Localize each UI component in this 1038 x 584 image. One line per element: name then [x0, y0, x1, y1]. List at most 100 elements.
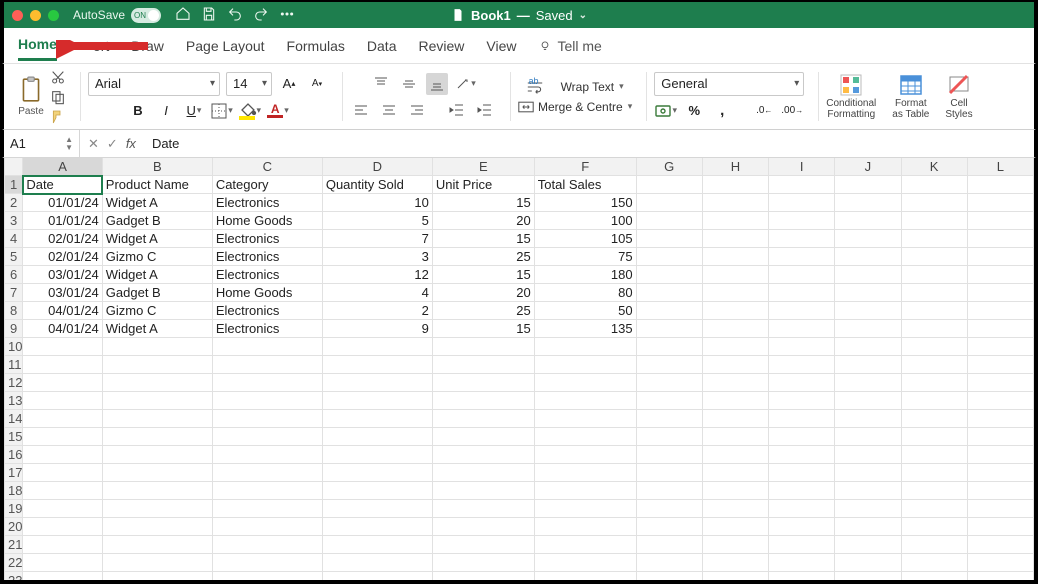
select-all-corner[interactable]: [5, 158, 23, 176]
cell-D15[interactable]: [322, 428, 432, 446]
paste-button[interactable]: Paste: [18, 76, 44, 117]
cell-C10[interactable]: [212, 338, 322, 356]
redo-icon[interactable]: [253, 6, 269, 25]
cell-J1[interactable]: [835, 176, 901, 194]
cell-B5[interactable]: Gizmo C: [102, 248, 212, 266]
cell-K17[interactable]: [901, 464, 967, 482]
cell-F2[interactable]: 150: [534, 194, 636, 212]
cell-E2[interactable]: 15: [432, 194, 534, 212]
cell-K23[interactable]: [901, 572, 967, 583]
cell-A14[interactable]: [23, 410, 102, 428]
cell-K2[interactable]: [901, 194, 967, 212]
row-header-20[interactable]: 20: [5, 518, 23, 536]
cell-E20[interactable]: [432, 518, 534, 536]
bold-button[interactable]: B: [127, 100, 149, 122]
cell-A20[interactable]: [23, 518, 102, 536]
cell-K20[interactable]: [901, 518, 967, 536]
document-title[interactable]: Book1 — Saved ⌄: [451, 8, 587, 23]
cell-D18[interactable]: [322, 482, 432, 500]
align-right-button[interactable]: [406, 99, 428, 121]
cell-B12[interactable]: [102, 374, 212, 392]
cell-L23[interactable]: [967, 572, 1033, 583]
row-header-15[interactable]: 15: [5, 428, 23, 446]
cell-C18[interactable]: [212, 482, 322, 500]
conditional-formatting-button[interactable]: ConditionalFormatting: [826, 73, 876, 120]
cell-F4[interactable]: 105: [534, 230, 636, 248]
cell-E1[interactable]: Unit Price: [432, 176, 534, 194]
cell-I15[interactable]: [769, 428, 835, 446]
cell-D14[interactable]: [322, 410, 432, 428]
cell-F6[interactable]: 180: [534, 266, 636, 284]
fill-color-button[interactable]: ▾: [239, 100, 261, 122]
cell-C4[interactable]: Electronics: [212, 230, 322, 248]
cell-K6[interactable]: [901, 266, 967, 284]
col-header-E[interactable]: E: [432, 158, 534, 176]
cell-I16[interactable]: [769, 446, 835, 464]
cell-L17[interactable]: [967, 464, 1033, 482]
tab-review[interactable]: Review: [418, 32, 464, 60]
cell-B1[interactable]: Product Name: [102, 176, 212, 194]
cell-F12[interactable]: [534, 374, 636, 392]
cell-K7[interactable]: [901, 284, 967, 302]
cell-J3[interactable]: [835, 212, 901, 230]
cell-A13[interactable]: [23, 392, 102, 410]
cell-D2[interactable]: 10: [322, 194, 432, 212]
cell-B2[interactable]: Widget A: [102, 194, 212, 212]
cell-L22[interactable]: [967, 554, 1033, 572]
cell-A18[interactable]: [23, 482, 102, 500]
col-header-F[interactable]: F: [534, 158, 636, 176]
col-header-G[interactable]: G: [636, 158, 702, 176]
cell-K5[interactable]: [901, 248, 967, 266]
cell-D20[interactable]: [322, 518, 432, 536]
spreadsheet-grid[interactable]: ABCDEFGHIJKL1DateProduct NameCategoryQua…: [2, 158, 1036, 582]
increase-indent-button[interactable]: [474, 99, 496, 121]
close-window-icon[interactable]: [12, 10, 23, 21]
align-left-button[interactable]: [350, 99, 372, 121]
cell-L2[interactable]: [967, 194, 1033, 212]
cell-F17[interactable]: [534, 464, 636, 482]
percent-button[interactable]: %: [683, 100, 705, 122]
insert-function-button[interactable]: fx: [126, 136, 136, 152]
cell-K11[interactable]: [901, 356, 967, 374]
cell-J18[interactable]: [835, 482, 901, 500]
cell-I18[interactable]: [769, 482, 835, 500]
cell-H22[interactable]: [702, 554, 768, 572]
cell-B13[interactable]: [102, 392, 212, 410]
cell-A9[interactable]: 04/01/24: [23, 320, 102, 338]
cell-F16[interactable]: [534, 446, 636, 464]
cell-J13[interactable]: [835, 392, 901, 410]
cell-C13[interactable]: [212, 392, 322, 410]
cell-B17[interactable]: [102, 464, 212, 482]
maximize-window-icon[interactable]: [48, 10, 59, 21]
cell-C15[interactable]: [212, 428, 322, 446]
cell-B3[interactable]: Gadget B: [102, 212, 212, 230]
cell-B21[interactable]: [102, 536, 212, 554]
cell-B20[interactable]: [102, 518, 212, 536]
cell-I9[interactable]: [769, 320, 835, 338]
italic-button[interactable]: I: [155, 100, 177, 122]
cell-F9[interactable]: 135: [534, 320, 636, 338]
cell-H19[interactable]: [702, 500, 768, 518]
name-box-stepper[interactable]: ▲▼: [65, 136, 73, 152]
cell-A17[interactable]: [23, 464, 102, 482]
cell-K9[interactable]: [901, 320, 967, 338]
cell-D23[interactable]: [322, 572, 432, 583]
cell-B15[interactable]: [102, 428, 212, 446]
cell-F8[interactable]: 50: [534, 302, 636, 320]
cell-I19[interactable]: [769, 500, 835, 518]
cell-H8[interactable]: [702, 302, 768, 320]
cell-D13[interactable]: [322, 392, 432, 410]
cell-A7[interactable]: 03/01/24: [23, 284, 102, 302]
format-as-table-button[interactable]: Formatas Table: [892, 73, 929, 120]
cell-E12[interactable]: [432, 374, 534, 392]
cell-D12[interactable]: [322, 374, 432, 392]
cell-J14[interactable]: [835, 410, 901, 428]
cell-C17[interactable]: [212, 464, 322, 482]
cell-G7[interactable]: [636, 284, 702, 302]
col-header-K[interactable]: K: [901, 158, 967, 176]
cell-G4[interactable]: [636, 230, 702, 248]
cell-I14[interactable]: [769, 410, 835, 428]
cell-C9[interactable]: Electronics: [212, 320, 322, 338]
cell-F23[interactable]: [534, 572, 636, 583]
cell-I11[interactable]: [769, 356, 835, 374]
